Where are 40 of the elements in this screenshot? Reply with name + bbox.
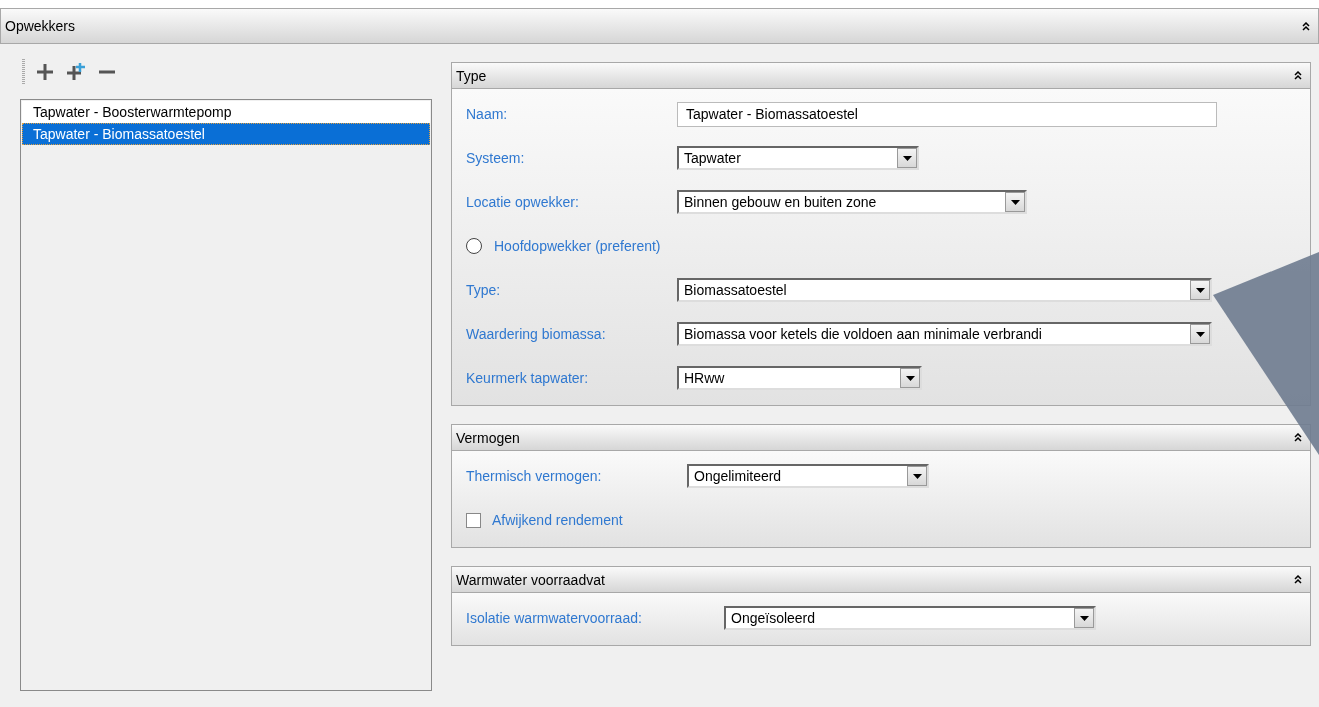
dropdown[interactable]: Ongelimiteerd (687, 464, 929, 488)
checkbox-label: Afwijkend rendement (492, 512, 623, 528)
dropdown[interactable]: Binnen gebouw en buiten zone (677, 190, 1027, 214)
caret-icon (912, 473, 922, 479)
field-label: Type: (466, 282, 502, 298)
caret-icon (1195, 287, 1205, 293)
checkbox[interactable] (466, 512, 481, 528)
dropdown[interactable]: Biomassatoestel (677, 278, 1212, 302)
field-label: Isolatie warmwatervoorraad: (466, 610, 643, 626)
toolbar-grip (22, 58, 25, 85)
dropdown[interactable]: HRww (677, 366, 922, 390)
radio-button[interactable] (466, 238, 482, 254)
dropdown[interactable]: Tapwater (677, 146, 919, 170)
field-label: Locatie opwekker: (466, 194, 580, 210)
dropdown[interactable]: Biomassa voor ketels die voldoen aan minimale verbrandi (677, 322, 1212, 346)
collapse-icon[interactable] (1294, 433, 1302, 442)
collapse-icon[interactable] (1302, 21, 1310, 31)
field-label: Keurmerk tapwater: (466, 370, 590, 386)
add-icon[interactable] (35, 61, 55, 82)
field-label: Systeem: (466, 150, 526, 166)
panel-title: Vermogen (456, 429, 520, 446)
caret-icon (1079, 615, 1089, 621)
add-child-icon[interactable] (65, 61, 87, 82)
caret-icon (905, 375, 915, 381)
section-title: Opwekkers (5, 18, 76, 34)
radio-label: Hoofdopwekker (preferent) (494, 238, 661, 254)
collapse-icon[interactable] (1294, 71, 1302, 80)
collapse-icon[interactable] (1294, 575, 1302, 584)
list-item[interactable]: Tapwater - Biomassatoestel (22, 123, 430, 145)
dropdown[interactable]: Ongeïsoleerd (724, 606, 1096, 630)
panel-title: Warmwater voorraadvat (456, 571, 605, 588)
caret-icon (902, 155, 912, 161)
panel-title: Type (456, 67, 487, 84)
caret-icon (1010, 199, 1020, 205)
name-field[interactable]: Tapwater - Biomassatoestel (677, 101, 1217, 127)
field-label: Naam: (466, 106, 509, 122)
list-item[interactable]: Tapwater - Boosterwarmtepomp (22, 101, 430, 123)
field-label: Waardering biomassa: (466, 326, 607, 342)
caret-icon (1195, 331, 1205, 337)
field-label: Thermisch vermogen: (466, 468, 603, 484)
